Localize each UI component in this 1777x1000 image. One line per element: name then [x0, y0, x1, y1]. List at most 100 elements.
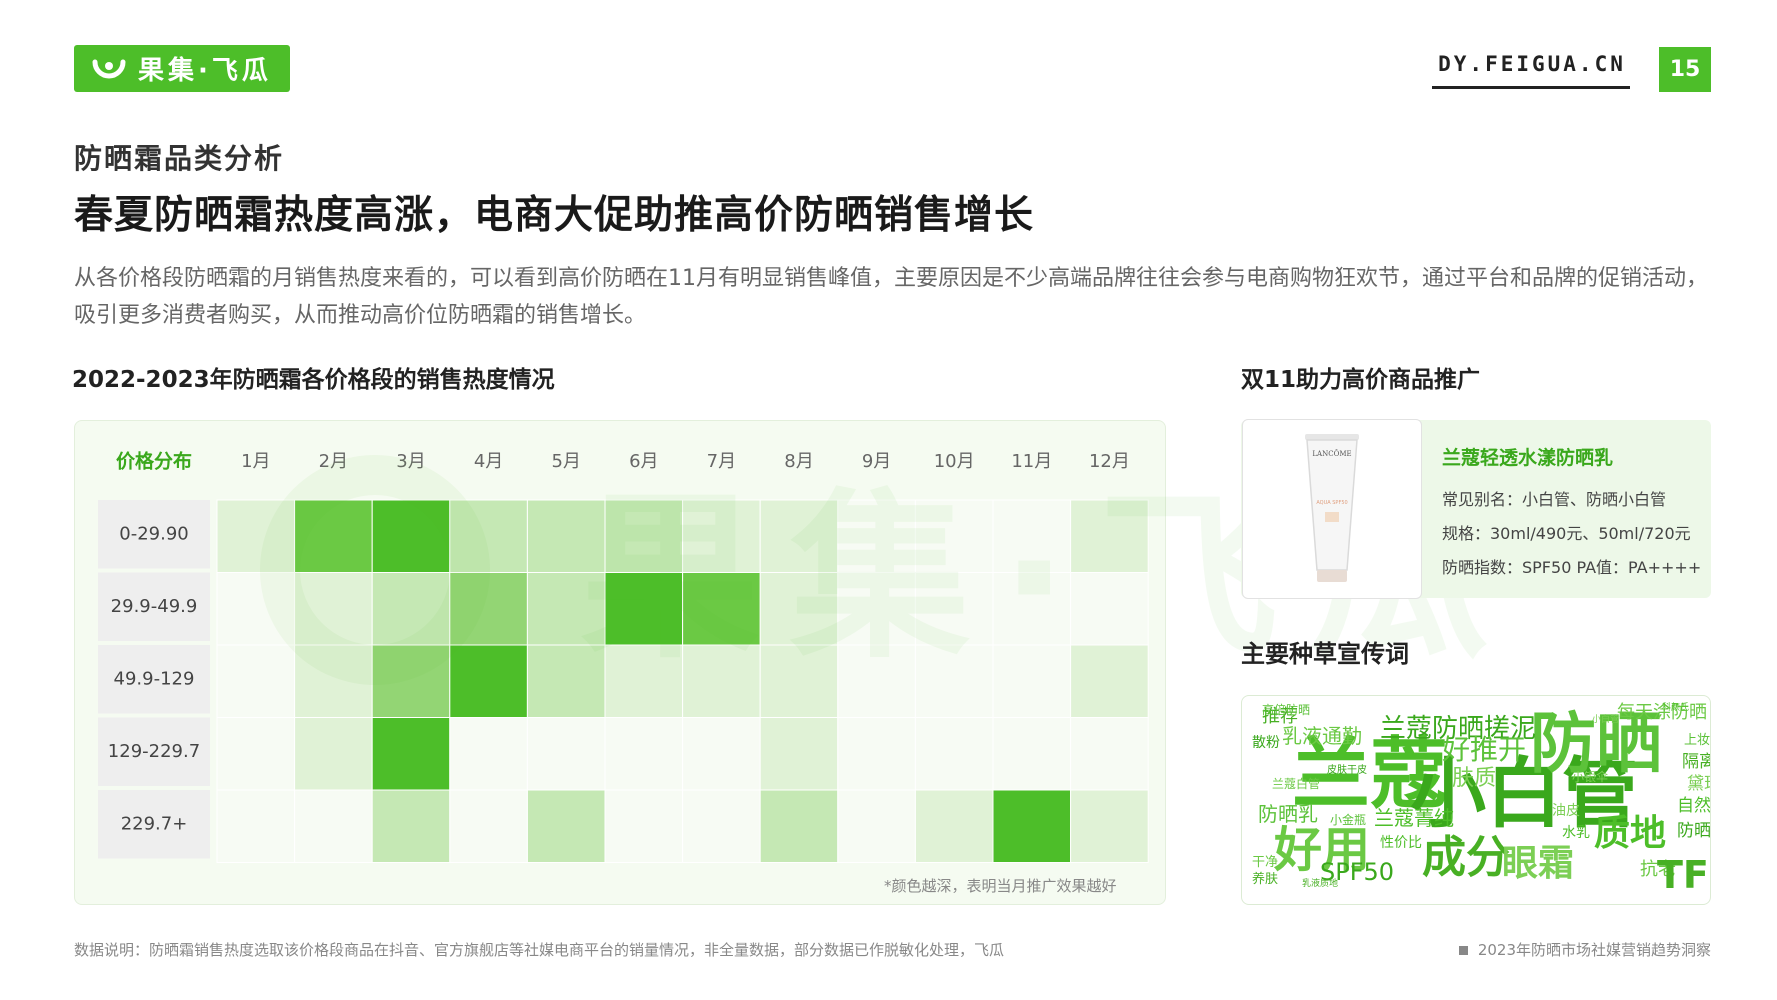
heatmap-cell [449, 789, 528, 863]
heatmap-cell [837, 644, 916, 718]
heatmap-cell [449, 499, 528, 573]
page-headline: 春夏防晒霜热度高涨，电商大促助推高价防晒销售增长 [74, 193, 1035, 238]
keyword-6: 质地 [1594, 813, 1667, 854]
heatmap-cell [526, 572, 606, 646]
square-bullet-icon [1458, 946, 1468, 955]
heatmap-cell [759, 644, 839, 718]
heatmap-row-label: 0-29.90 [119, 523, 188, 544]
svg-text:LANCÔME: LANCÔME [1312, 449, 1351, 458]
report-name: 2023年防晒市场社媒营销趋势洞察 [1440, 939, 1711, 960]
heatmap-cell [449, 644, 528, 718]
heatmap-cell [1070, 644, 1149, 718]
keyword-4: 成分 [1422, 832, 1510, 883]
heatmap-column-label: 2月 [319, 451, 348, 472]
heatmap-cell [759, 572, 839, 646]
heatmap-cell [371, 789, 451, 863]
keyword-17: 黛珂 [1687, 774, 1710, 794]
keyword-26: 高倍防晒 [1262, 703, 1311, 717]
keyword-32: 小金瓶 [1330, 813, 1367, 827]
keyword-27: 干净 [1252, 855, 1279, 870]
keyword-24: 水乳 [1562, 825, 1590, 841]
report-name-text: 2023年防晒市场社媒营销趋势洞察 [1477, 941, 1711, 959]
heatmap-column-label: 7月 [707, 451, 736, 472]
keyword-5: 眼霜 [1502, 843, 1575, 884]
keyword-22: TF [1657, 853, 1709, 897]
heatmap-cell [371, 572, 451, 646]
keyword-12: 兰蔻菁纯 [1374, 806, 1454, 830]
heatmap-row-label: 229.7+ [121, 813, 188, 834]
heatmap-cell [682, 572, 761, 646]
promo-title: 双11助力高价商品推广 [1241, 367, 1481, 393]
product-index: 防晒指数：SPF50 PA值：PA++++ [1442, 558, 1702, 577]
heatmap-column-label: 6月 [629, 451, 658, 472]
heatmap-cell [604, 717, 684, 791]
keyword-33: 兰蔻白管 [1272, 777, 1321, 791]
chart-title: 2022-2023年防晒霜各价格段的销售热度情况 [72, 367, 555, 393]
heatmap-cell [294, 499, 373, 573]
heatmap-cell [837, 717, 916, 791]
product-image: LANCÔME AQUA SPF50 [1242, 419, 1422, 599]
keyword-11: 肤质 [1452, 766, 1497, 791]
heatmap-column-label: 3月 [396, 451, 425, 472]
svg-text:AQUA SPF50: AQUA SPF50 [1316, 500, 1347, 506]
heatmap-cell [216, 572, 296, 646]
product-spec: 规格：30ml/490元、50ml/720元 [1442, 524, 1691, 543]
keyword-20: 上妆 [1684, 733, 1711, 748]
heatmap-cell [914, 499, 994, 573]
heatmap-row-label: 129-229.7 [108, 741, 200, 762]
heatmap-column-label: 8月 [784, 451, 813, 472]
heatmap-cell [992, 789, 1072, 863]
heatmap-cell [449, 572, 528, 646]
heatmap-chart: 价格分布 1月 2月 3月 4月 5月 6月 7月 8月 9月 10月 11月 12月 0-29.90 29… [98, 450, 1149, 863]
heatmap-cell [216, 717, 296, 791]
product-name[interactable]: 兰蔻轻透水漾防晒乳 [1442, 443, 1613, 470]
heatmap-cell [914, 717, 994, 791]
keyword-16: 隔离 [1682, 752, 1710, 772]
heatmap-column-label: 5月 [551, 451, 580, 472]
heatmap-column-label: 12月 [1089, 451, 1130, 472]
heatmap-cell [992, 644, 1072, 718]
heatmap-cell [604, 499, 684, 573]
chart-note: *颜色越深，表明当月推广效果越好 [884, 877, 1117, 895]
heatmap-cell [294, 644, 373, 718]
data-footnote: 数据说明：防晒霜销售热度选取该价格段商品在抖音、官方旗舰店等社媒电商平台的销量情… [74, 941, 1005, 959]
heatmap-cell [837, 789, 916, 863]
keywords-title: 主要种草宣传词 [1241, 640, 1409, 668]
heatmap-cell [992, 499, 1072, 573]
heatmap-cell [914, 572, 994, 646]
keyword-36: 科颜氏 [1662, 703, 1690, 713]
heatmap-cell [216, 644, 296, 718]
heatmap-corner-label: 价格分布 [116, 450, 192, 473]
heatmap-cell [604, 789, 684, 863]
heatmap-cell [1070, 789, 1149, 863]
heatmap-cell [837, 572, 916, 646]
sunscreen-tube-icon: LANCÔME AQUA SPF50 [1305, 434, 1359, 582]
heatmap-cell [682, 789, 761, 863]
heatmap-cell [759, 499, 839, 573]
heatmap-column-label: 4月 [474, 451, 503, 472]
keyword-9: 乳液通勤 [1282, 724, 1362, 748]
heatmap-cell [992, 572, 1072, 646]
heatmap-cell [294, 572, 373, 646]
keyword-cloud: 兰蔻 小白管 防晒 好用 成分 眼霜 质地 兰蔻防晒搓泥 好推开 乳液通勤 推荐 肤质 兰蔻菁纯 SPF5… [1241, 695, 1711, 905]
site-url[interactable]: DY.FEIGUA.CN [1432, 52, 1632, 84]
heatmap-cell [1070, 499, 1149, 573]
keyword-30: 性价比 [1380, 835, 1422, 851]
page-number: 15 [1659, 47, 1711, 92]
heatmap-column-label: 11月 [1011, 451, 1052, 472]
heatmap-cell [914, 789, 994, 863]
heatmap-cell [759, 717, 839, 791]
heatmap-cell [526, 789, 606, 863]
keyword-23: 油皮 [1552, 803, 1580, 819]
heatmap-cell [1070, 572, 1149, 646]
heatmap-cell [216, 499, 296, 573]
heatmap-row-label: 49.9-129 [114, 668, 195, 689]
heatmap-cell [371, 717, 451, 791]
heatmap-cell [526, 717, 606, 791]
heatmap-cell [449, 717, 528, 791]
keyword-29: 小银伞 [1572, 770, 1609, 784]
keyword-14: 防晒乳 [1258, 802, 1318, 826]
heatmap-cell [604, 644, 684, 718]
keyword-25: 散粉 [1252, 735, 1280, 751]
keyword-31: 皮肤干皮 [1327, 765, 1367, 776]
